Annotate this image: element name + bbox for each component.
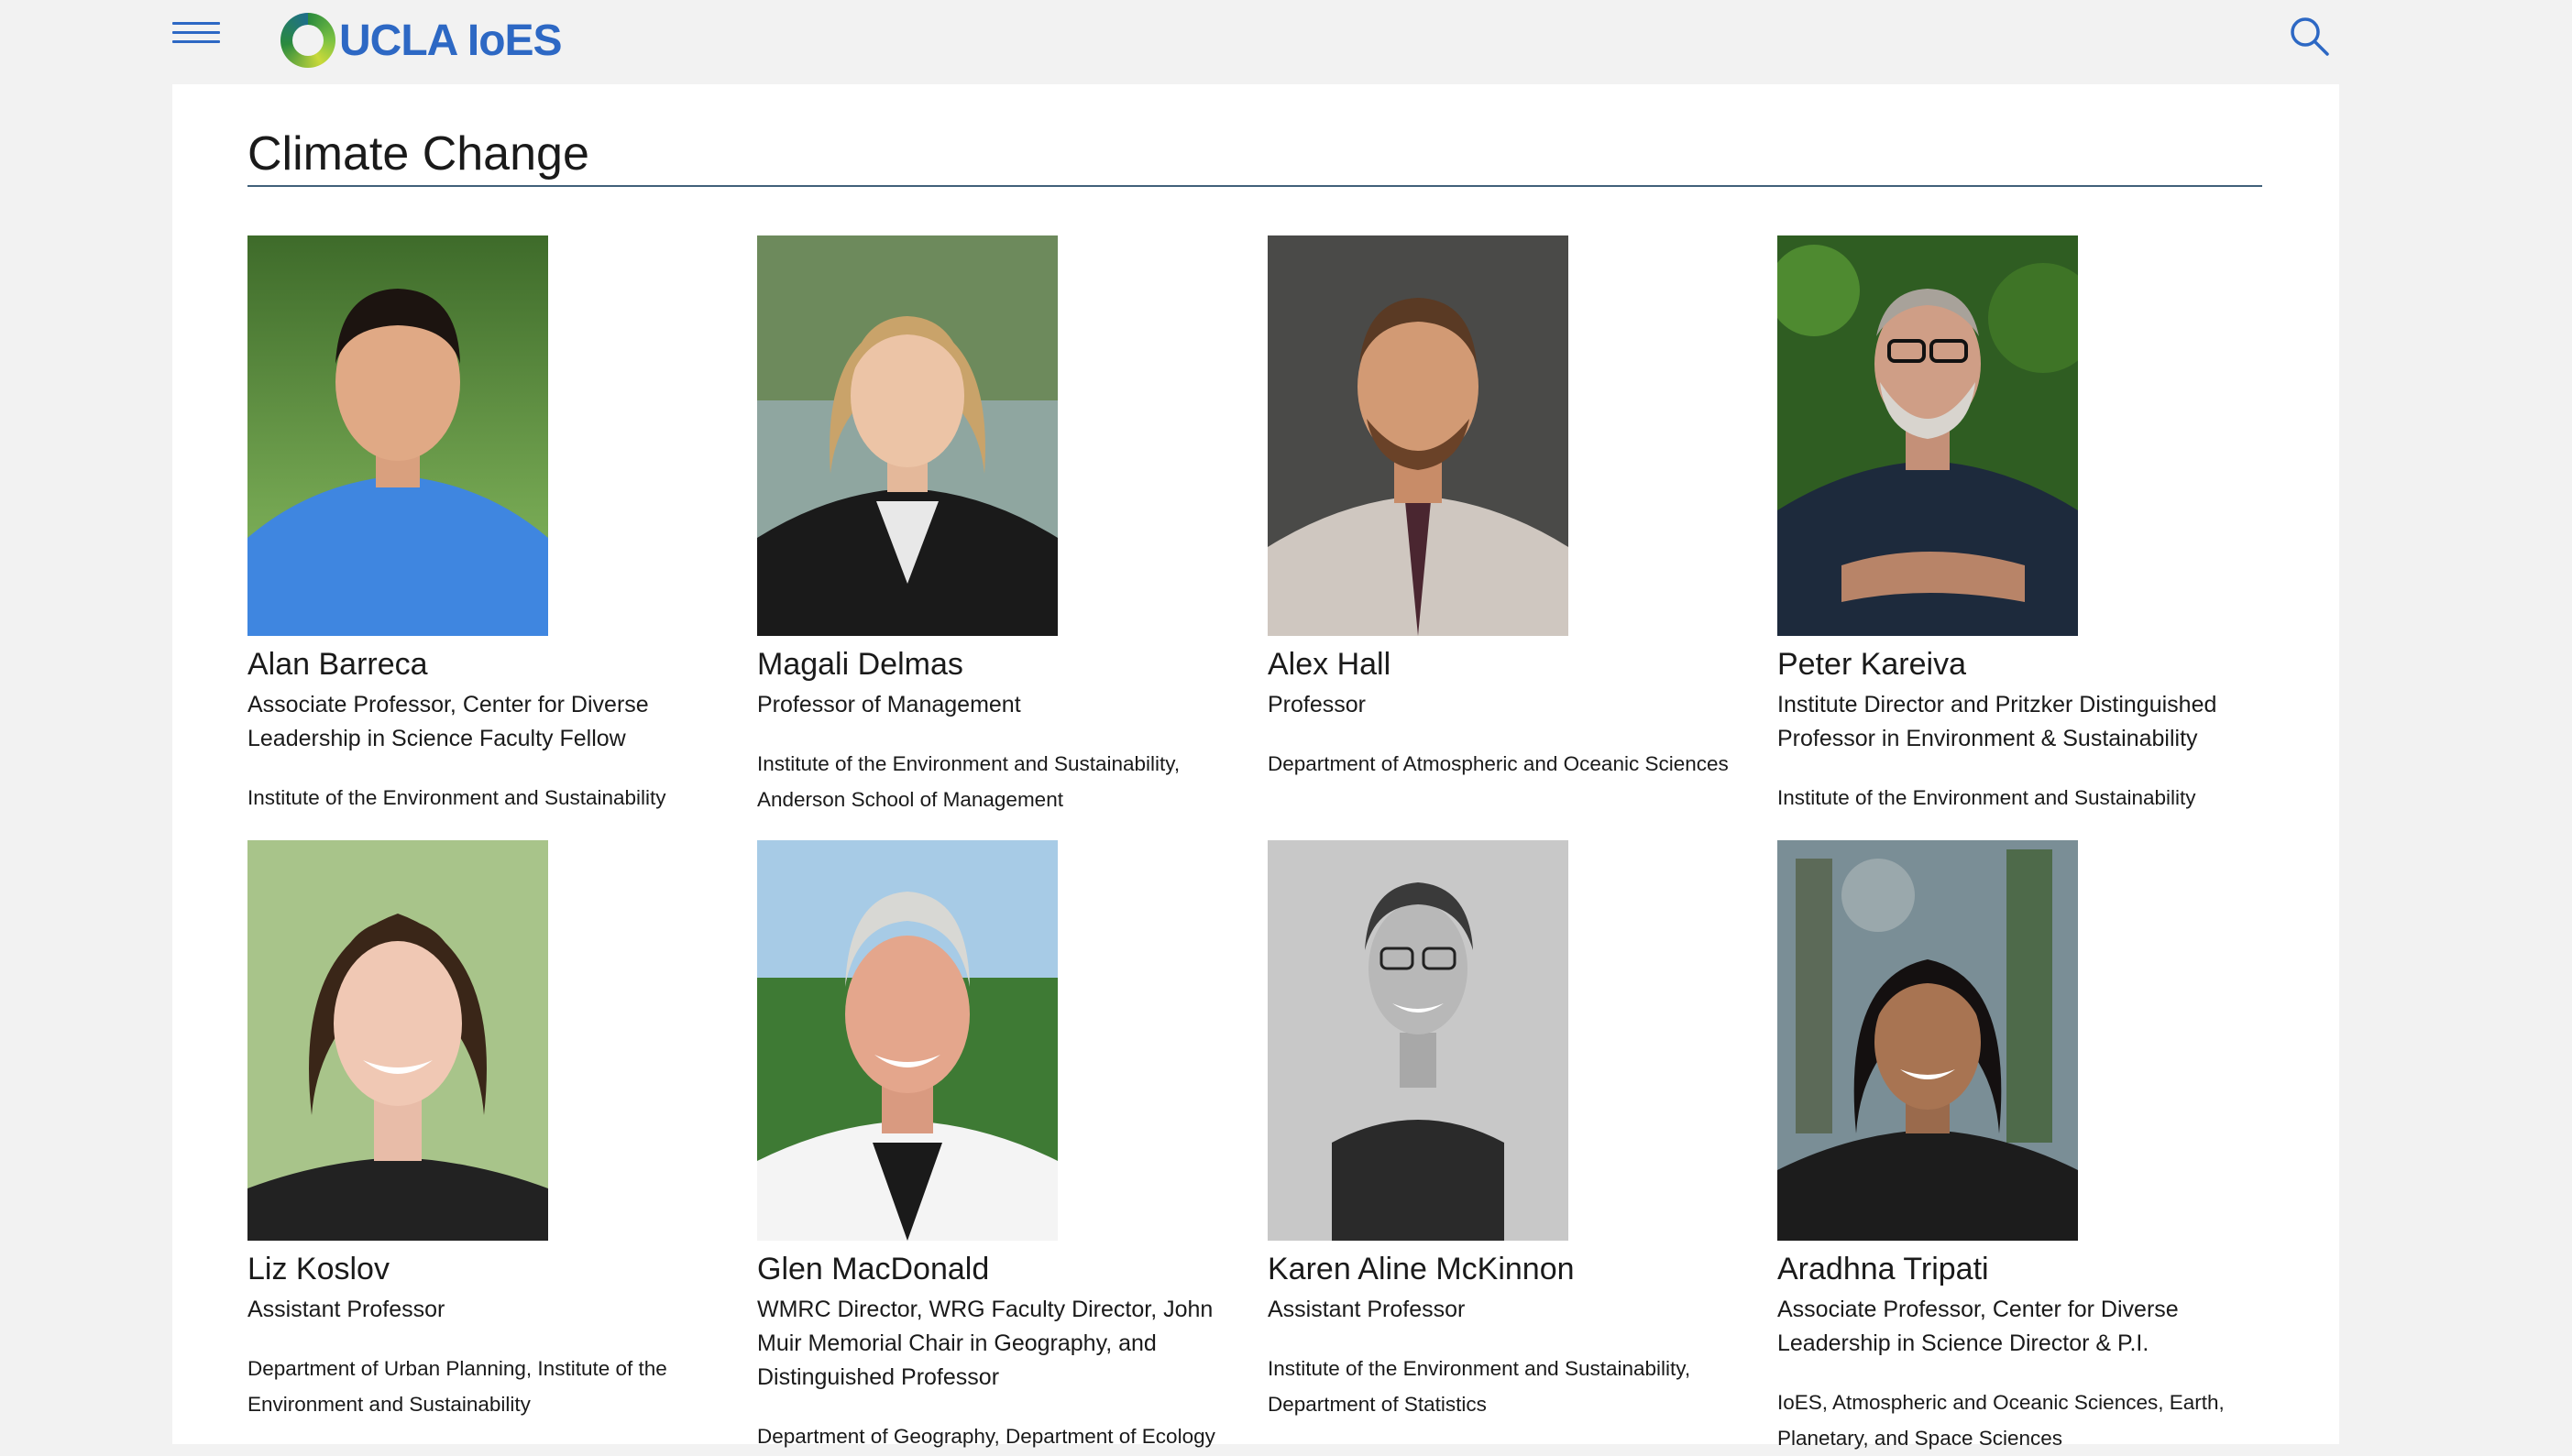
person-card: Magali Delmas Professor of Management In… bbox=[757, 235, 1234, 817]
person-role: Associate Professor, Center for Diverse … bbox=[1777, 1297, 2179, 1356]
person-role: WMRC Director, WRG Faculty Director, Joh… bbox=[757, 1297, 1214, 1390]
person-card: Peter Kareiva Institute Director and Pri… bbox=[1777, 235, 2254, 816]
person-name[interactable]: Aradhna Tripati bbox=[1777, 1252, 2254, 1287]
person-role: Professor of Management bbox=[757, 692, 1021, 717]
top-bar: UCLA IoES bbox=[0, 0, 2572, 82]
person-department: IoES, Atmospheric and Oceanic Sciences, … bbox=[1777, 1391, 2225, 1450]
person-role: Associate Professor, Center for Diverse … bbox=[247, 692, 649, 751]
person-name[interactable]: Magali Delmas bbox=[757, 647, 1234, 683]
person-name[interactable]: Liz Koslov bbox=[247, 1252, 724, 1287]
person-photo[interactable] bbox=[1777, 840, 2078, 1241]
ioes-ring-logo-icon bbox=[280, 13, 335, 68]
page-title: Climate Change bbox=[247, 127, 589, 181]
person-photo[interactable] bbox=[757, 235, 1058, 636]
logo-ioes-text: IoES bbox=[467, 16, 563, 65]
logo-text: UCLA IoES bbox=[339, 16, 563, 66]
ucla-ioes-logo[interactable]: UCLA IoES bbox=[280, 11, 563, 70]
person-department: Institute of the Environment and Sustain… bbox=[1777, 786, 2196, 809]
person-role: Professor bbox=[1268, 692, 1366, 717]
logo-ucla-text: UCLA bbox=[339, 16, 457, 65]
person-role: Institute Director and Pritzker Distingu… bbox=[1777, 692, 2217, 751]
person-photo[interactable] bbox=[1268, 840, 1568, 1241]
person-department: Institute of the Environment and Sustain… bbox=[1268, 1357, 1691, 1416]
person-photo[interactable] bbox=[247, 235, 548, 636]
hamburger-menu-icon[interactable] bbox=[172, 22, 220, 48]
person-department: Department of Geography, Department of E… bbox=[757, 1425, 1215, 1448]
person-role: Assistant Professor bbox=[247, 1297, 445, 1322]
person-photo[interactable] bbox=[1268, 235, 1568, 636]
person-department: Department of Atmospheric and Oceanic Sc… bbox=[1268, 752, 1729, 775]
person-department: Department of Urban Planning, Institute … bbox=[247, 1357, 667, 1416]
title-divider bbox=[247, 185, 2262, 187]
person-name[interactable]: Alex Hall bbox=[1268, 647, 1744, 683]
person-department: Institute of the Environment and Sustain… bbox=[247, 786, 666, 809]
person-photo[interactable] bbox=[247, 840, 548, 1241]
person-photo[interactable] bbox=[757, 840, 1058, 1241]
person-photo[interactable] bbox=[1777, 235, 2078, 636]
person-role: Assistant Professor bbox=[1268, 1297, 1466, 1322]
main-content: Climate Change Alan Barreca Associate Pr… bbox=[172, 84, 2339, 1450]
person-name[interactable]: Peter Kareiva bbox=[1777, 647, 2254, 683]
person-department: Institute of the Environment and Sustain… bbox=[757, 752, 1181, 811]
search-icon[interactable] bbox=[2288, 15, 2332, 59]
person-name[interactable]: Glen MacDonald bbox=[757, 1252, 1234, 1287]
person-card: Alan Barreca Associate Professor, Center… bbox=[247, 235, 724, 816]
person-card: Alex Hall Professor Department of Atmosp… bbox=[1268, 235, 1744, 782]
person-card: Liz Koslov Assistant Professor Departmen… bbox=[247, 840, 724, 1422]
person-card: Aradhna Tripati Associate Professor, Cen… bbox=[1777, 840, 2254, 1456]
person-card: Glen MacDonald WMRC Director, WRG Facult… bbox=[757, 840, 1234, 1454]
person-name[interactable]: Alan Barreca bbox=[247, 647, 724, 683]
person-card: Karen Aline McKinnon Assistant Professor… bbox=[1268, 840, 1744, 1422]
person-name[interactable]: Karen Aline McKinnon bbox=[1268, 1252, 1744, 1287]
